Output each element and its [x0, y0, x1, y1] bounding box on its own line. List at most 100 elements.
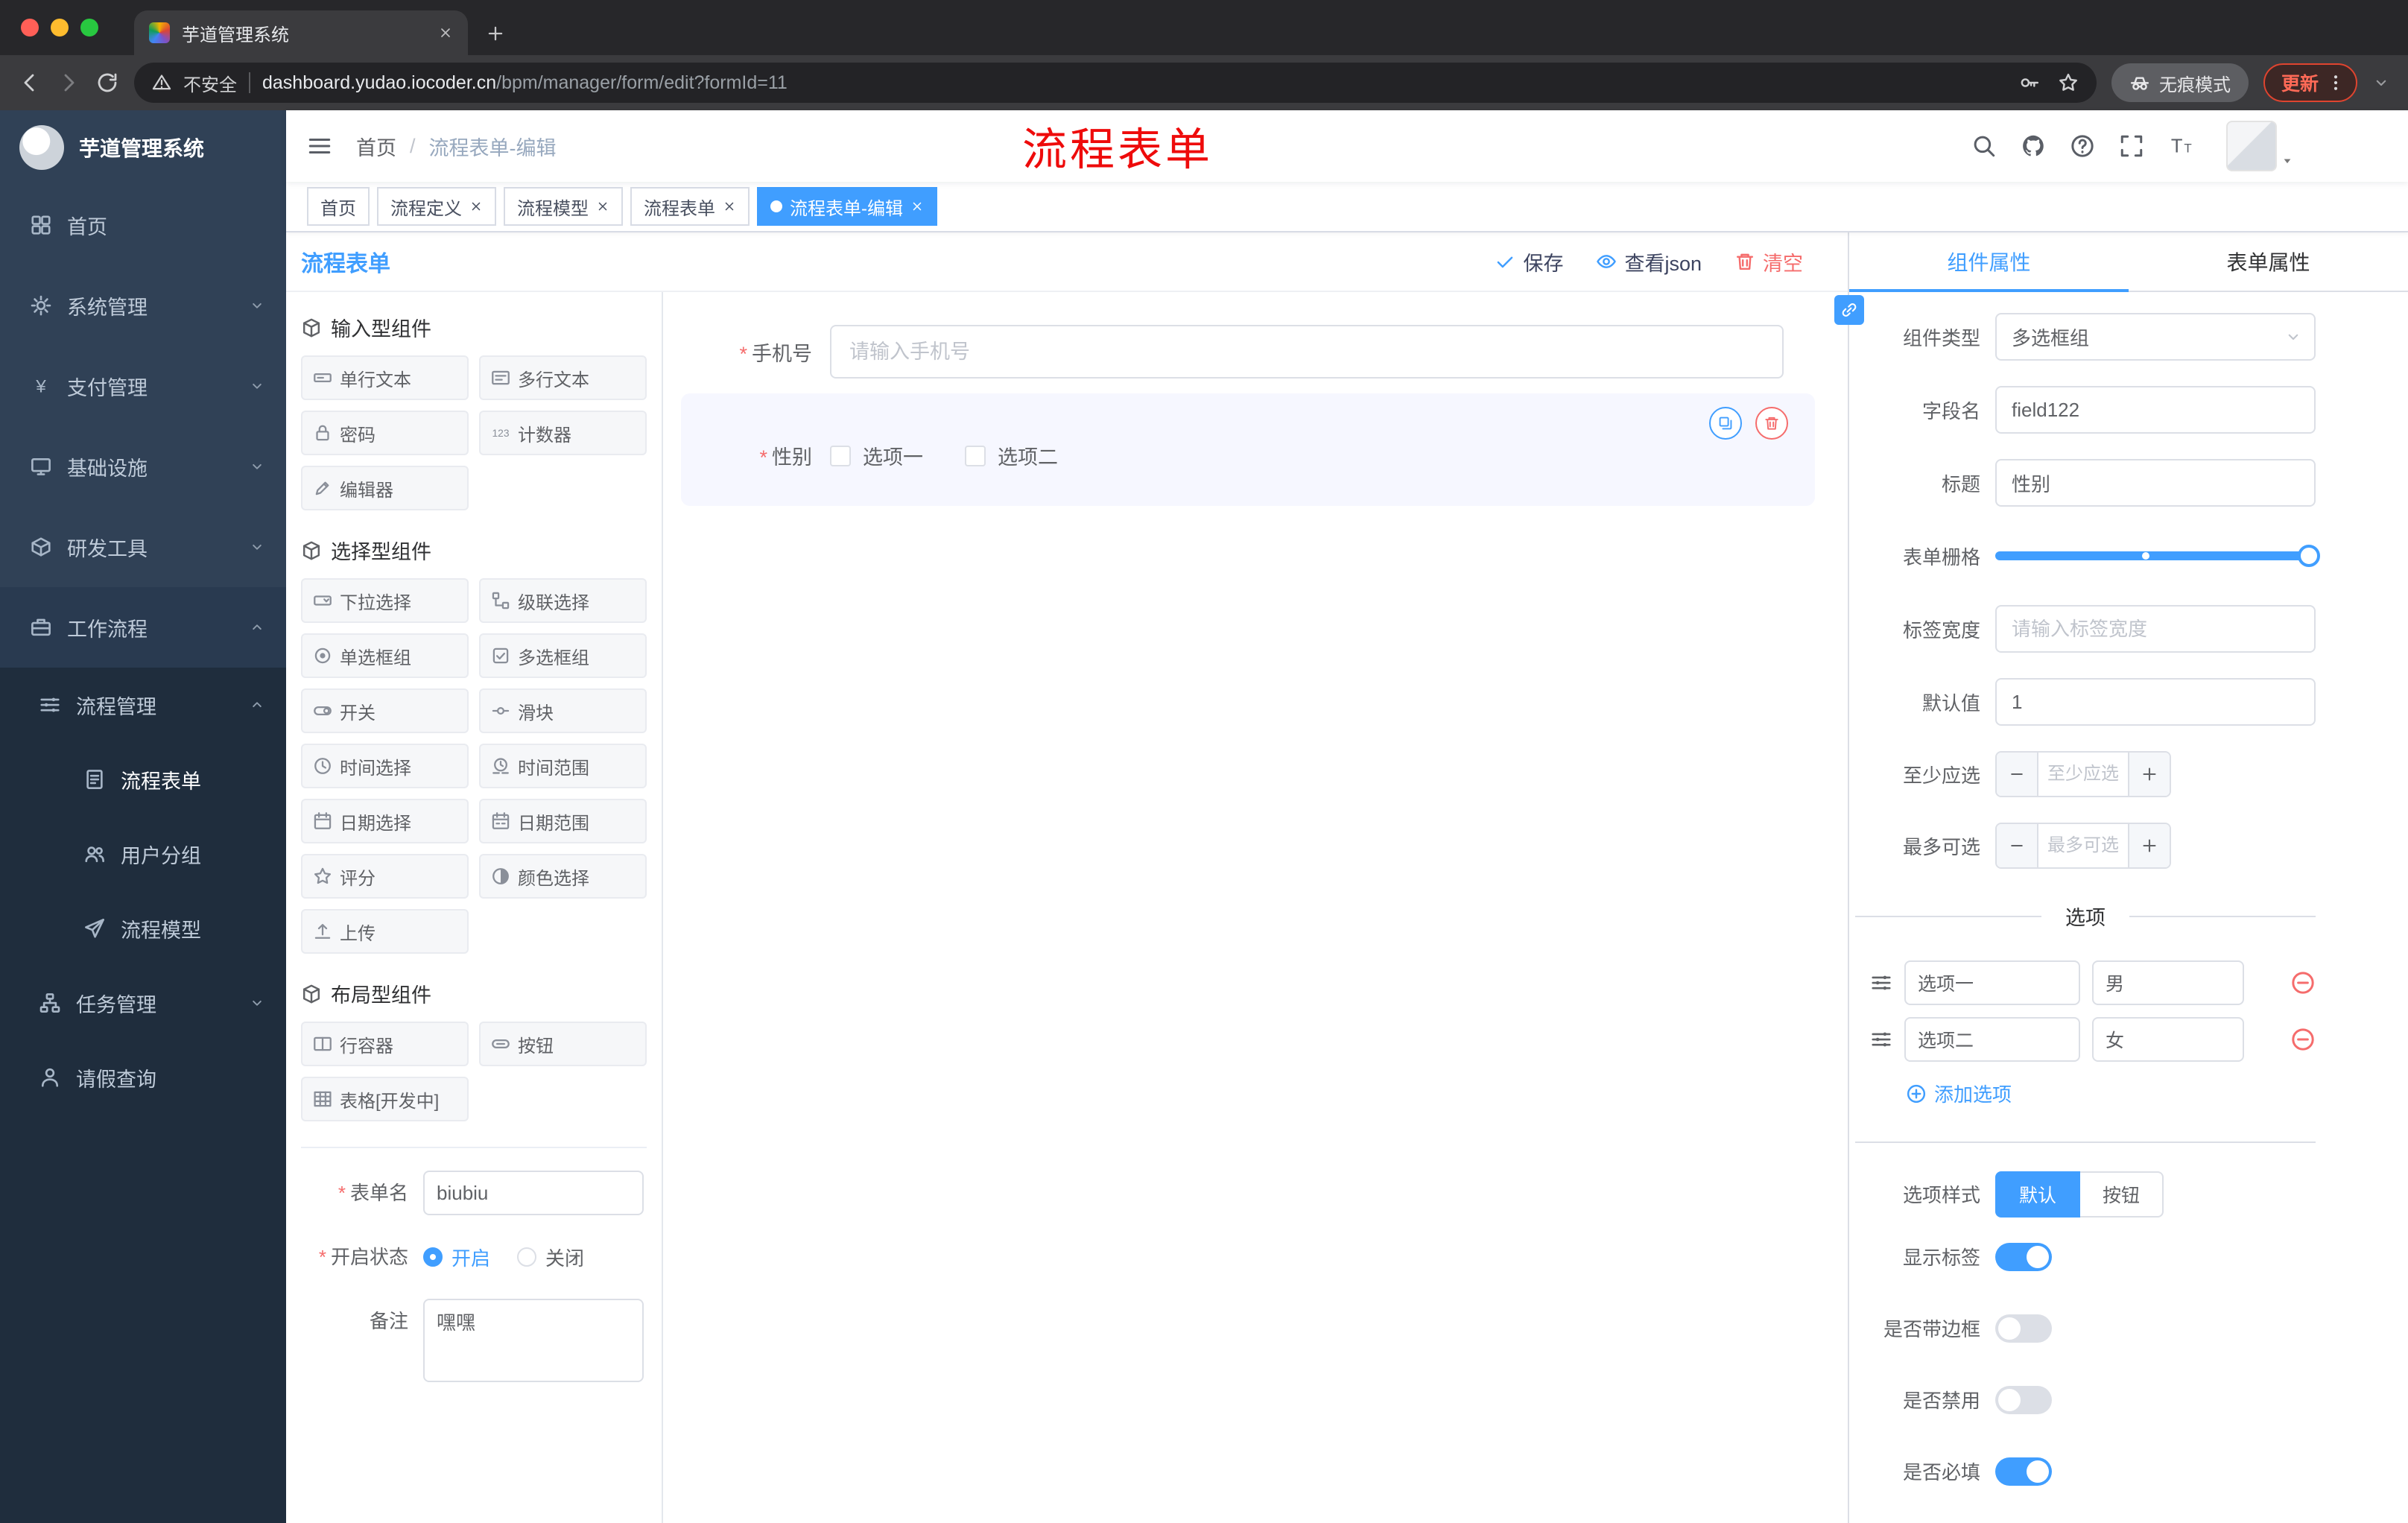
close-icon[interactable] [723, 200, 736, 213]
palette-item-editor[interactable]: 编辑器 [301, 466, 469, 510]
dots-vertical-icon[interactable] [2326, 73, 2345, 92]
palette-item-time[interactable]: 时间选择 [301, 744, 469, 788]
default-value-input[interactable] [1995, 678, 2316, 726]
drag-handle-icon[interactable] [1870, 1028, 1892, 1051]
decrease-button[interactable] [1997, 824, 2038, 867]
remove-option-button[interactable] [2290, 970, 2316, 995]
star-icon[interactable] [2058, 72, 2079, 93]
gender-option1-checkbox[interactable]: 选项一 [830, 441, 923, 470]
palette-item-counter[interactable]: 123 计数器 [479, 411, 647, 455]
sidebar-item-system[interactable]: 系统管理 [0, 265, 286, 346]
sidebar-item-devtools[interactable]: 研发工具 [0, 507, 286, 587]
sidebar-item-home[interactable]: 首页 [0, 185, 286, 265]
component-type-select[interactable]: 多选框组 [1995, 313, 2316, 361]
question-icon[interactable] [2070, 133, 2095, 159]
palette-item-single-text[interactable]: 单行文本 [301, 355, 469, 400]
option-name-input[interactable] [1904, 1017, 2080, 1062]
palette-item-switch[interactable]: 开关 [301, 688, 469, 733]
grid-slider[interactable] [1995, 532, 2320, 580]
palette-item-button[interactable]: 按钮 [479, 1022, 647, 1066]
close-icon[interactable] [469, 200, 483, 213]
avatar[interactable] [2226, 121, 2291, 171]
field-name-input[interactable] [1995, 386, 2316, 434]
palette-item-radio-group[interactable]: 单选框组 [301, 633, 469, 678]
close-window-button[interactable] [21, 19, 39, 37]
sidebar-item-infra[interactable]: 基础设施 [0, 426, 286, 507]
border-switch[interactable] [1995, 1314, 2052, 1343]
tag-process-model[interactable]: 流程模型 [504, 187, 623, 226]
palette-item-row-container[interactable]: 行容器 [301, 1022, 469, 1066]
key-icon[interactable] [2019, 72, 2040, 93]
style-button-button[interactable]: 按钮 [2080, 1171, 2164, 1218]
update-button[interactable]: 更新 [2263, 63, 2357, 102]
tag-process-form[interactable]: 流程表单 [630, 187, 750, 226]
fullscreen-icon[interactable] [2119, 133, 2144, 159]
phone-field-row[interactable]: * 手机号 [681, 325, 1815, 379]
tag-process-definition[interactable]: 流程定义 [377, 187, 496, 226]
sidebar-logo[interactable]: 芋道管理系统 [0, 110, 286, 185]
forward-icon[interactable] [57, 71, 80, 95]
min-select-input[interactable] [2038, 753, 2128, 796]
drag-handle-icon[interactable] [1870, 972, 1892, 994]
slider-knob[interactable] [2298, 545, 2320, 567]
copy-widget-button[interactable] [1709, 407, 1742, 440]
tab-component-props[interactable]: 组件属性 [1849, 232, 2129, 292]
label-width-input[interactable] [1995, 605, 2316, 653]
sidebar-item-process-mgmt[interactable]: 流程管理 [0, 668, 286, 742]
sidebar-item-leave-query[interactable]: 请假查询 [0, 1040, 286, 1115]
phone-input[interactable] [830, 325, 1784, 379]
plus-icon[interactable] [486, 24, 505, 43]
save-button[interactable]: 保存 [1495, 247, 1563, 276]
palette-item-date-range[interactable]: 日期范围 [479, 799, 647, 843]
style-default-button[interactable]: 默认 [1995, 1171, 2081, 1218]
status-on-radio[interactable]: 开启 [423, 1244, 490, 1271]
form-name-input[interactable] [423, 1171, 644, 1215]
option-value-input[interactable] [2092, 960, 2244, 1005]
title-input[interactable] [1995, 459, 2316, 507]
delete-widget-button[interactable] [1755, 407, 1788, 440]
sidebar-item-process-form[interactable]: 流程表单 [0, 742, 286, 817]
github-icon[interactable] [2021, 133, 2046, 159]
palette-item-checkbox-group[interactable]: 多选框组 [479, 633, 647, 678]
option-name-input[interactable] [1904, 960, 2080, 1005]
tag-home[interactable]: 首页 [307, 187, 370, 226]
add-option-button[interactable]: 添加选项 [1906, 1080, 2012, 1107]
sidebar-item-process-model[interactable]: 流程模型 [0, 891, 286, 966]
tag-process-form-edit[interactable]: 流程表单-编辑 [757, 187, 937, 226]
selected-widget-gender[interactable]: * 性别 选项一 选项二 [681, 393, 1815, 506]
hamburger-icon[interactable] [307, 133, 332, 159]
remark-textarea[interactable]: 嘿嘿 [423, 1299, 644, 1382]
tab-form-props[interactable]: 表单属性 [2129, 232, 2408, 291]
zoom-window-button[interactable] [80, 19, 98, 37]
address-bar[interactable]: 不安全 dashboard.yudao.iocoder.cn/bpm/manag… [134, 63, 2097, 103]
palette-item-rate[interactable]: 评分 [301, 854, 469, 899]
reload-icon[interactable] [95, 71, 119, 95]
sidebar-item-workflow[interactable]: 工作流程 [0, 587, 286, 668]
palette-item-password[interactable]: 密码 [301, 411, 469, 455]
sidebar-item-payment[interactable]: ¥ 支付管理 [0, 346, 286, 426]
increase-button[interactable] [2128, 824, 2170, 867]
required-switch[interactable] [1995, 1457, 2052, 1486]
max-select-input[interactable] [2038, 824, 2128, 867]
clear-button[interactable]: 清空 [1734, 247, 1803, 276]
palette-item-color[interactable]: 颜色选择 [479, 854, 647, 899]
palette-item-cascader[interactable]: 级联选择 [479, 578, 647, 623]
view-json-button[interactable]: 查看json [1596, 247, 1702, 276]
option-value-input[interactable] [2092, 1017, 2244, 1062]
palette-item-date[interactable]: 日期选择 [301, 799, 469, 843]
chevron-down-icon[interactable] [2372, 74, 2390, 92]
gender-option2-checkbox[interactable]: 选项二 [965, 441, 1058, 470]
sidebar-item-task-mgmt[interactable]: 任务管理 [0, 966, 286, 1040]
increase-button[interactable] [2128, 753, 2170, 796]
status-off-radio[interactable]: 关闭 [517, 1244, 584, 1271]
palette-item-multi-text[interactable]: 多行文本 [479, 355, 647, 400]
palette-item-select[interactable]: 下拉选择 [301, 578, 469, 623]
browser-tab[interactable]: 芋道管理系统 [134, 10, 468, 55]
disabled-switch[interactable] [1995, 1385, 2052, 1414]
breadcrumb-home[interactable]: 首页 [356, 132, 396, 161]
close-icon[interactable] [596, 200, 609, 213]
link-button[interactable] [1834, 295, 1864, 325]
search-icon[interactable] [1971, 133, 1997, 159]
sidebar-item-user-group[interactable]: 用户分组 [0, 817, 286, 891]
fontsize-icon[interactable]: TT [2168, 133, 2193, 159]
